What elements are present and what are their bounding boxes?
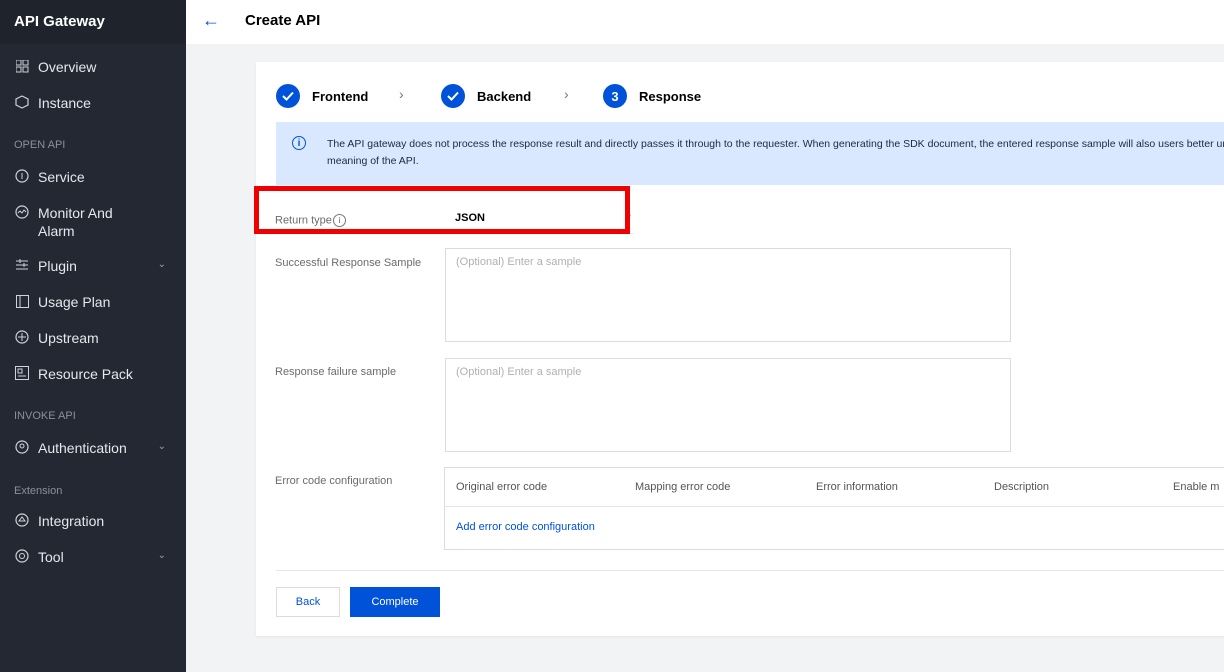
divider bbox=[276, 570, 1224, 571]
check-icon bbox=[441, 84, 465, 108]
step-label: Response bbox=[639, 88, 702, 104]
chevron-down-icon: ⌄ bbox=[157, 441, 166, 452]
column-header: Description bbox=[994, 481, 1050, 493]
step-label: Backend bbox=[477, 88, 532, 104]
upstream-icon bbox=[14, 329, 30, 345]
sidebar-item-label: Plugin bbox=[38, 258, 77, 274]
sidebar-item-label: Instance bbox=[38, 95, 91, 111]
step-response: 3 Response bbox=[603, 84, 701, 108]
column-header: Enable m bbox=[1173, 481, 1220, 493]
success-sample-placeholder: (Optional) Enter a sample bbox=[456, 256, 582, 268]
step-number: 3 bbox=[603, 84, 627, 108]
sidebar-item-label: Upstream bbox=[38, 330, 99, 346]
tool-icon bbox=[14, 548, 30, 564]
sidebar-item-instance[interactable]: Instance bbox=[0, 94, 186, 112]
chevron-right-icon: › bbox=[564, 86, 569, 102]
create-api-card: Frontend › Backend › 3 Response i The AP… bbox=[256, 62, 1224, 636]
service-icon bbox=[14, 168, 30, 184]
chevron-right-icon: › bbox=[399, 86, 404, 102]
success-sample-textarea[interactable]: (Optional) Enter a sample bbox=[445, 248, 1011, 342]
resource-pack-icon bbox=[14, 365, 30, 381]
authentication-icon bbox=[14, 439, 30, 455]
sidebar-item-label: Resource Pack bbox=[38, 366, 133, 382]
sidebar-item-label: Monitor And Alarm bbox=[38, 205, 113, 239]
sidebar: API Gateway Overview Instance OPEN API S… bbox=[0, 0, 186, 672]
step-frontend: Frontend bbox=[276, 84, 368, 108]
sidebar-item-authentication[interactable]: Authentication ⌄ bbox=[0, 439, 186, 457]
sidebar-item-upstream[interactable]: Upstream bbox=[0, 329, 186, 347]
sidebar-item-service[interactable]: Service bbox=[0, 168, 186, 186]
sidebar-item-plugin[interactable]: Plugin ⌄ bbox=[0, 257, 186, 275]
sidebar-item-label: Authentication bbox=[38, 440, 127, 456]
sidebar-item-label: Service bbox=[38, 169, 85, 185]
sidebar-item-usage-plan[interactable]: Usage Plan bbox=[0, 293, 186, 311]
sidebar-item-tool[interactable]: Tool ⌄ bbox=[0, 548, 186, 566]
sidebar-item-label: Tool bbox=[38, 549, 64, 565]
back-arrow-icon[interactable]: ← bbox=[202, 10, 220, 31]
sidebar-item-label: Integration bbox=[38, 513, 105, 529]
sidebar-item-overview[interactable]: Overview bbox=[0, 58, 186, 76]
instance-icon bbox=[14, 94, 30, 110]
back-button[interactable]: Back bbox=[276, 587, 340, 617]
add-error-code-link[interactable]: Add error code configuration bbox=[456, 521, 595, 533]
table-divider bbox=[445, 506, 1224, 507]
monitor-icon bbox=[14, 204, 30, 220]
info-icon: i bbox=[292, 136, 306, 150]
success-sample-label: Successful Response Sample bbox=[275, 257, 422, 269]
failure-sample-placeholder: (Optional) Enter a sample bbox=[456, 366, 582, 378]
page-title: Create API bbox=[245, 12, 321, 29]
group-label-open-api: OPEN API bbox=[14, 139, 66, 151]
sidebar-item-resource-pack[interactable]: Resource Pack bbox=[0, 365, 186, 383]
chevron-down-icon: ⌄ bbox=[157, 550, 166, 561]
sidebar-item-monitor-and-alarm[interactable]: Monitor And Alarm bbox=[0, 204, 186, 240]
error-code-table: Original error code Mapping error code E… bbox=[444, 467, 1224, 550]
brand-title: API Gateway bbox=[0, 0, 186, 44]
sidebar-item-label: Overview bbox=[38, 59, 97, 75]
info-alert: i The API gateway does not process the r… bbox=[276, 122, 1224, 185]
alert-text: The API gateway does not process the res… bbox=[327, 138, 1224, 167]
column-header: Mapping error code bbox=[635, 481, 731, 493]
check-icon bbox=[276, 84, 300, 108]
complete-button[interactable]: Complete bbox=[350, 587, 440, 617]
plugin-icon bbox=[14, 257, 30, 273]
highlight-box bbox=[254, 186, 630, 234]
usage-plan-icon bbox=[14, 293, 30, 309]
column-header: Error information bbox=[816, 481, 898, 493]
group-label-extension: Extension bbox=[14, 485, 63, 497]
page-header: ← Create API bbox=[186, 0, 1224, 44]
grid-icon bbox=[14, 58, 30, 74]
sidebar-item-label: Usage Plan bbox=[38, 294, 111, 310]
failure-sample-textarea[interactable]: (Optional) Enter a sample bbox=[445, 358, 1011, 452]
step-backend: Backend bbox=[441, 84, 531, 108]
group-label-invoke-api: INVOKE API bbox=[14, 410, 76, 422]
step-label: Frontend bbox=[312, 88, 369, 104]
chevron-down-icon: ⌄ bbox=[157, 259, 166, 270]
sidebar-item-integration[interactable]: Integration bbox=[0, 512, 186, 530]
error-config-label: Error code configuration bbox=[275, 475, 393, 487]
integration-icon bbox=[14, 512, 30, 528]
failure-sample-label: Response failure sample bbox=[275, 366, 397, 378]
column-header: Original error code bbox=[456, 481, 548, 493]
